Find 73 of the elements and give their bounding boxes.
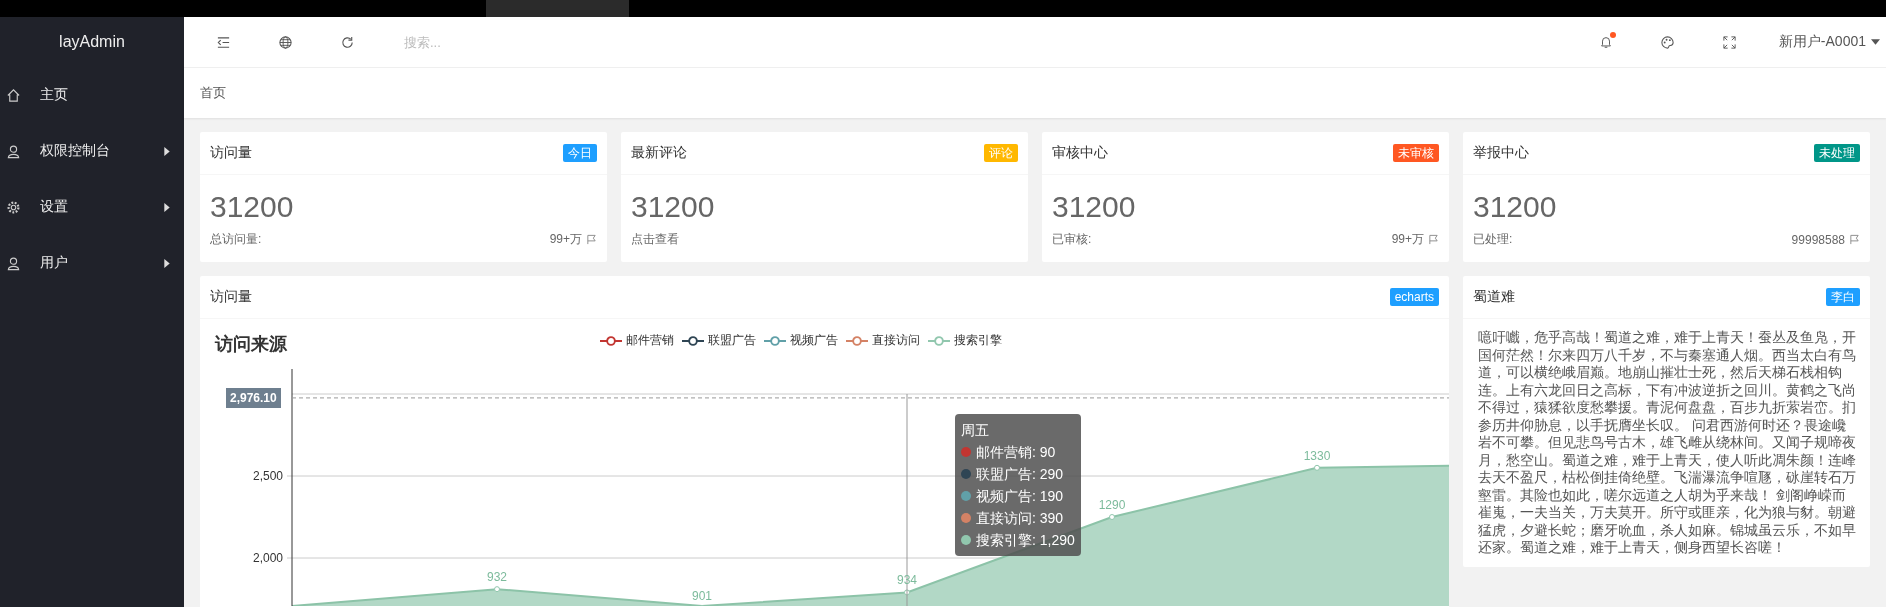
data-label: 1290 [1098, 498, 1126, 512]
user-icon [6, 143, 21, 159]
tooltip-entry: 直接访问: 390 [976, 509, 1064, 528]
data-point [1109, 514, 1115, 520]
bell-icon[interactable] [1598, 35, 1613, 49]
stat-value: 31200 [1473, 189, 1558, 225]
stat-total: 99+万 [1391, 231, 1424, 248]
tooltip-entry: 视频广告: 190 [976, 487, 1064, 506]
globe-icon[interactable] [278, 34, 293, 50]
flag-icon [1849, 234, 1860, 245]
flag-icon [586, 234, 597, 245]
sidebar-item[interactable]: 权限控制台 [0, 123, 184, 179]
card-title: 审核中心 [1052, 144, 1108, 162]
card-title: 访问量 [210, 144, 252, 162]
gear-icon [6, 199, 21, 215]
stat-value: 31200 [631, 189, 716, 225]
stat-caption: 点击查看 [631, 231, 679, 248]
card-tag: 未处理 [1814, 144, 1860, 162]
data-label: 932 [487, 570, 507, 585]
user-icon [6, 255, 21, 271]
stat-total: 99998588 [1791, 232, 1845, 247]
tooltip-entry: 搜索引擎: 1,290 [976, 531, 1075, 550]
stat-value: 31200 [210, 189, 295, 225]
card-title: 蜀道难 [1473, 288, 1515, 306]
legend-label[interactable]: 邮件营销 [626, 333, 674, 348]
card-title: 最新评论 [631, 144, 687, 162]
data-point [1314, 464, 1320, 471]
search-field[interactable]: 搜索... [402, 33, 606, 51]
legend-label[interactable]: 联盟广告 [708, 333, 756, 348]
home-icon [6, 87, 21, 103]
data-point [904, 589, 910, 596]
palette-icon[interactable] [1659, 34, 1675, 50]
card-tag: 今日 [563, 144, 597, 162]
legend-label[interactable]: 视频广告 [790, 333, 838, 348]
fullscreen-icon[interactable] [1721, 34, 1737, 50]
data-point [494, 586, 500, 593]
caret-icon [164, 146, 170, 156]
legend-label[interactable]: 直接访问 [872, 333, 920, 348]
stat-caption: 已审核: [1052, 231, 1092, 248]
card-title: 举报中心 [1473, 144, 1529, 162]
card-tag: 未审核 [1393, 144, 1439, 162]
card-tag: echarts [1389, 288, 1439, 306]
tooltip-entry: 联盟广告: 290 [976, 465, 1064, 484]
data-label: 901 [692, 589, 712, 603]
caret-icon [164, 258, 170, 268]
sidebar-item[interactable]: 设置 [0, 179, 184, 235]
chart-title: 访问来源 [215, 333, 287, 356]
y-tick-label: 2,000 [252, 551, 283, 565]
stat-total: 99+万 [549, 231, 582, 248]
legend-label[interactable]: 搜索引擎 [954, 333, 1002, 348]
poem-text: 噫吁嚱，危乎高哉！蜀道之难，难于上青天！蚕丛及鱼凫，开国何茫然！尔来四万八千岁，不与秦塞通人烟。西当太白有鸟道，可以横绝峨眉巅。地崩山摧壮士死，然后天梯石栈相钩连。上有六龙回日之高标，下有冲波逆折之回川。黄鹤之飞尚不得过，猿猱欲度愁攀援。青泥何盘盘，百步九折萦岩峦。扪参历井仰胁息，以手抚膺坐长叹。 问君西游何时还？畏途巉岩不可攀。但见悲鸟号古木，雄飞雌从绕林间。又闻子规啼夜月，愁空山。蜀道之难，难于上青天，使人听此凋朱颜！连峰去天不盈尺，枯松倒挂倚绝壁。飞湍瀑流争喧豗，砯崖转石万壑雷。其险也如此，嗟尔远道之人胡为乎来哉！ 剑阁峥嵘而崔嵬，一夫当关，万夫莫开。所守或匪亲，化为狼与豺。朝避猛虎，夕避长蛇；磨牙吮血，杀人如麻。锦城虽云乐，不如早还家。蜀道之难，难于上青天，侧身西望长咨嗟！ [1477, 328, 1857, 557]
logo-text: layAdmin [58, 32, 126, 52]
card-tag: 李白 [1826, 288, 1860, 306]
caret-icon [1871, 39, 1880, 45]
flag-icon [1428, 234, 1439, 245]
axis-pointer-label: 2,976.10 [226, 387, 281, 408]
tooltip-title: 周五 [961, 421, 990, 440]
sidebar-item[interactable]: 用户 [0, 235, 184, 291]
breadcrumb-item[interactable]: 首页 [200, 84, 226, 102]
card-title: 访问量 [210, 288, 252, 306]
stat-caption: 总访问量: [210, 231, 262, 248]
y-tick-label: 2,500 [252, 469, 283, 483]
tooltip-entry: 邮件营销: 90 [976, 443, 1056, 462]
stat-caption: 已处理: [1473, 231, 1513, 248]
card-tag: 评论 [984, 144, 1018, 162]
menu-fold-icon[interactable] [216, 34, 231, 50]
data-label: 1330 [1303, 448, 1331, 463]
refresh-icon[interactable] [340, 34, 355, 50]
user-menu[interactable]: 新用户-A0001 [1778, 33, 1880, 51]
sidebar-item[interactable]: 主页 [0, 67, 184, 123]
data-label: 934 [897, 573, 917, 588]
caret-icon [164, 202, 170, 212]
stat-value: 31200 [1052, 189, 1137, 225]
